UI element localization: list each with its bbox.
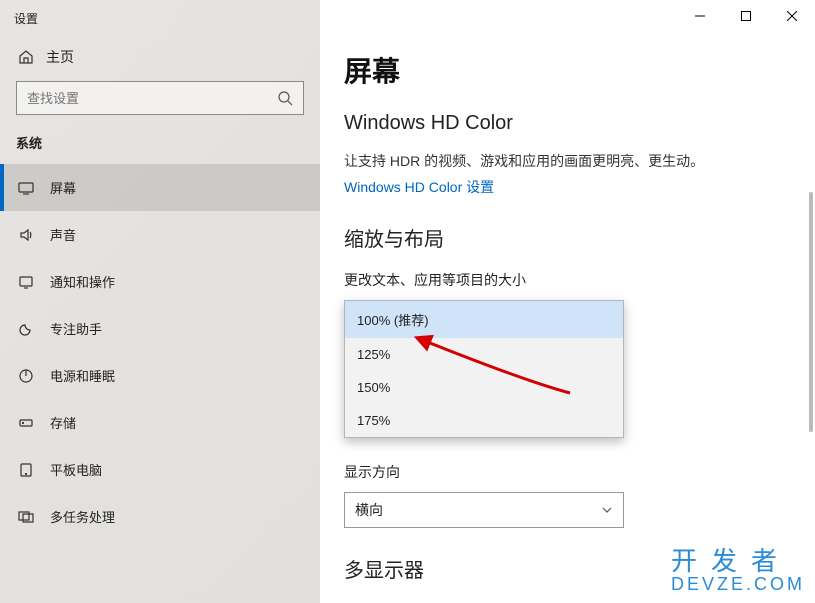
- search-icon: [277, 90, 293, 106]
- main: 屏幕 Windows HD Color 让支持 HDR 的视频、游戏和应用的画面…: [320, 0, 815, 603]
- sidebar-item-notifications[interactable]: 通知和操作: [0, 258, 320, 305]
- sidebar-item-label: 平板电脑: [50, 460, 102, 479]
- sidebar-item-label: 通知和操作: [50, 272, 115, 291]
- sidebar-item-label: 声音: [50, 225, 76, 244]
- orientation-label: 显示方向: [344, 462, 815, 482]
- hd-color-desc: 让支持 HDR 的视频、游戏和应用的画面更明亮、更生动。: [344, 151, 815, 171]
- sidebar-item-label: 存储: [50, 413, 76, 432]
- chevron-down-icon: [601, 504, 613, 516]
- sidebar-item-sound[interactable]: 声音: [0, 211, 320, 258]
- page-title: 屏幕: [344, 50, 815, 90]
- scale-option-100[interactable]: 100% (推荐): [345, 301, 623, 338]
- multi-display-heading: 多显示器: [344, 554, 815, 583]
- sidebar-item-power[interactable]: 电源和睡眠: [0, 352, 320, 399]
- scale-option-175[interactable]: 175%: [345, 404, 623, 437]
- sidebar-item-display[interactable]: 屏幕: [0, 164, 320, 211]
- scale-option-150[interactable]: 150%: [345, 371, 623, 404]
- scrollbar-thumb[interactable]: [809, 192, 813, 432]
- sidebar-section-label: 系统: [0, 133, 320, 164]
- window-title: 设置: [0, 0, 320, 33]
- sidebar-item-multitask[interactable]: 多任务处理: [0, 493, 320, 540]
- display-icon: [18, 180, 34, 196]
- window-controls: [677, 0, 815, 32]
- sidebar-item-focus[interactable]: 专注助手: [0, 305, 320, 352]
- orientation-select[interactable]: 横向: [344, 492, 624, 528]
- sidebar-item-storage[interactable]: 存储: [0, 399, 320, 446]
- sidebar-item-label: 屏幕: [50, 178, 76, 197]
- scale-label: 更改文本、应用等项目的大小: [344, 270, 815, 290]
- sound-icon: [18, 227, 34, 243]
- scale-dropdown[interactable]: 100% (推荐) 125% 150% 175%: [344, 300, 624, 438]
- maximize-button[interactable]: [723, 0, 769, 32]
- tablet-icon: [18, 462, 34, 478]
- orientation-value: 横向: [355, 500, 383, 520]
- sidebar-item-label: 专注助手: [50, 319, 102, 338]
- power-icon: [18, 368, 34, 384]
- storage-icon: [18, 415, 34, 431]
- home-icon: [18, 49, 34, 65]
- multitask-icon: [18, 509, 34, 525]
- notifications-icon: [18, 274, 34, 290]
- scrollbar[interactable]: [801, 32, 815, 603]
- sidebar-home-label: 主页: [46, 47, 74, 67]
- sidebar-item-label: 多任务处理: [50, 507, 115, 526]
- sidebar-home[interactable]: 主页: [0, 33, 320, 81]
- sidebar: 设置 主页 系统 屏幕 声音: [0, 0, 320, 603]
- hd-color-heading: Windows HD Color: [344, 112, 815, 135]
- search-input[interactable]: [27, 91, 277, 106]
- minimize-button[interactable]: [677, 0, 723, 32]
- focus-icon: [18, 321, 34, 337]
- close-button[interactable]: [769, 0, 815, 32]
- sidebar-item-label: 电源和睡眠: [50, 366, 115, 385]
- search-input-wrap[interactable]: [16, 81, 304, 115]
- hd-color-link[interactable]: Windows HD Color 设置: [344, 177, 494, 197]
- scale-option-125[interactable]: 125%: [345, 338, 623, 371]
- scale-heading: 缩放与布局: [344, 223, 815, 252]
- sidebar-item-tablet[interactable]: 平板电脑: [0, 446, 320, 493]
- sidebar-nav: 屏幕 声音 通知和操作 专注助手 电源和睡眠 存储: [0, 164, 320, 540]
